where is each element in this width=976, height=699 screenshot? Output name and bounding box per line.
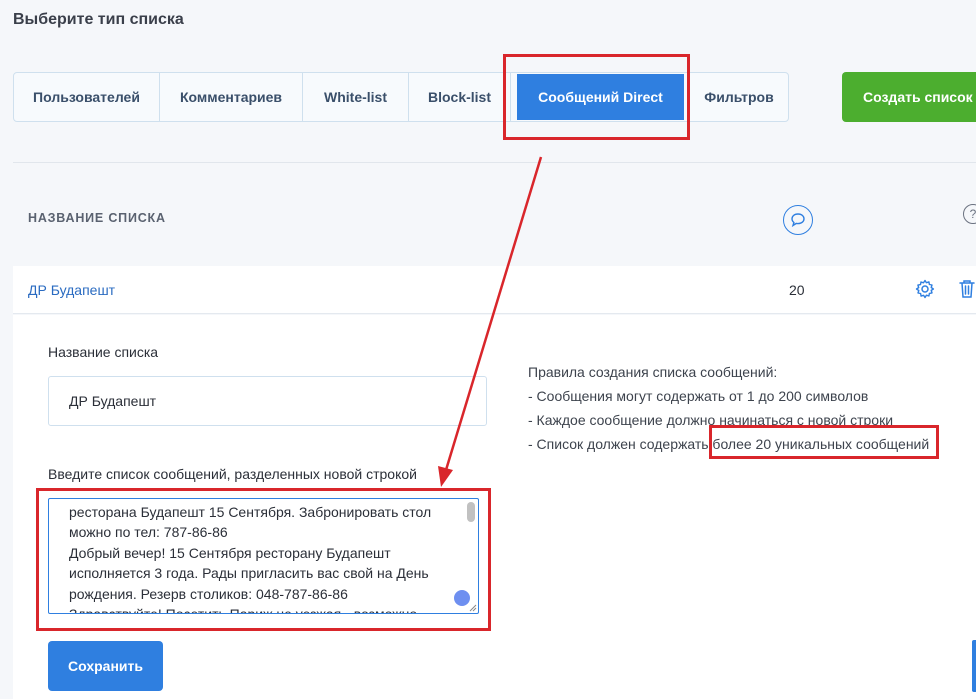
gear-icon[interactable] [915,279,935,304]
chat-icon[interactable] [783,205,813,235]
messages-textarea-content: ресторана Будапешт 15 Сентября. Забронир… [69,504,432,613]
list-row-name[interactable]: ДР Будапешт [28,282,115,298]
list-row-count: 20 [789,282,805,298]
tab-direct-messages[interactable]: Сообщений Direct [517,74,684,120]
tab-comments[interactable]: Комментариев [160,73,303,121]
rules-block: Правила создания списка сообщений: - Соо… [528,360,929,456]
save-button[interactable]: Сохранить [48,641,163,691]
help-icon[interactable]: ? [963,204,976,224]
rules-title: Правила создания списка сообщений: [528,364,778,380]
messages-textarea[interactable]: ресторана Будапешт 15 Сентября. Забронир… [48,498,479,614]
tab-users[interactable]: Пользователей [14,73,160,121]
tab-block-list[interactable]: Block-list [409,73,511,121]
page-title: Выберите тип списка [13,11,184,28]
tab-white-list[interactable]: White-list [303,73,409,121]
resize-handle-icon[interactable] [468,603,477,612]
messages-label: Введите список сообщений, разделенных но… [48,466,417,482]
list-type-tabs: Пользователей Комментариев White-list Bl… [13,72,789,122]
list-name-column-header: НАЗВАНИЕ СПИСКА [28,211,166,225]
trash-icon[interactable] [958,279,976,304]
rules-item: - Сообщения могут содержать от 1 до 200 … [528,388,869,404]
tab-filters[interactable]: Фильтров [690,73,788,121]
rules-item: - Список должен содержать более 20 уника… [528,436,930,452]
side-widget-tab[interactable] [972,640,976,692]
create-list-button[interactable]: Создать список [842,72,976,122]
list-name-input[interactable]: ДР Будапешт [48,376,487,426]
textarea-scrollbar[interactable] [467,502,475,522]
divider [13,162,976,163]
rules-item: - Каждое сообщение должно начинаться с н… [528,412,894,428]
list-name-label: Название списка [48,344,159,360]
list-row[interactable]: ДР Будапешт 20 [13,266,976,314]
